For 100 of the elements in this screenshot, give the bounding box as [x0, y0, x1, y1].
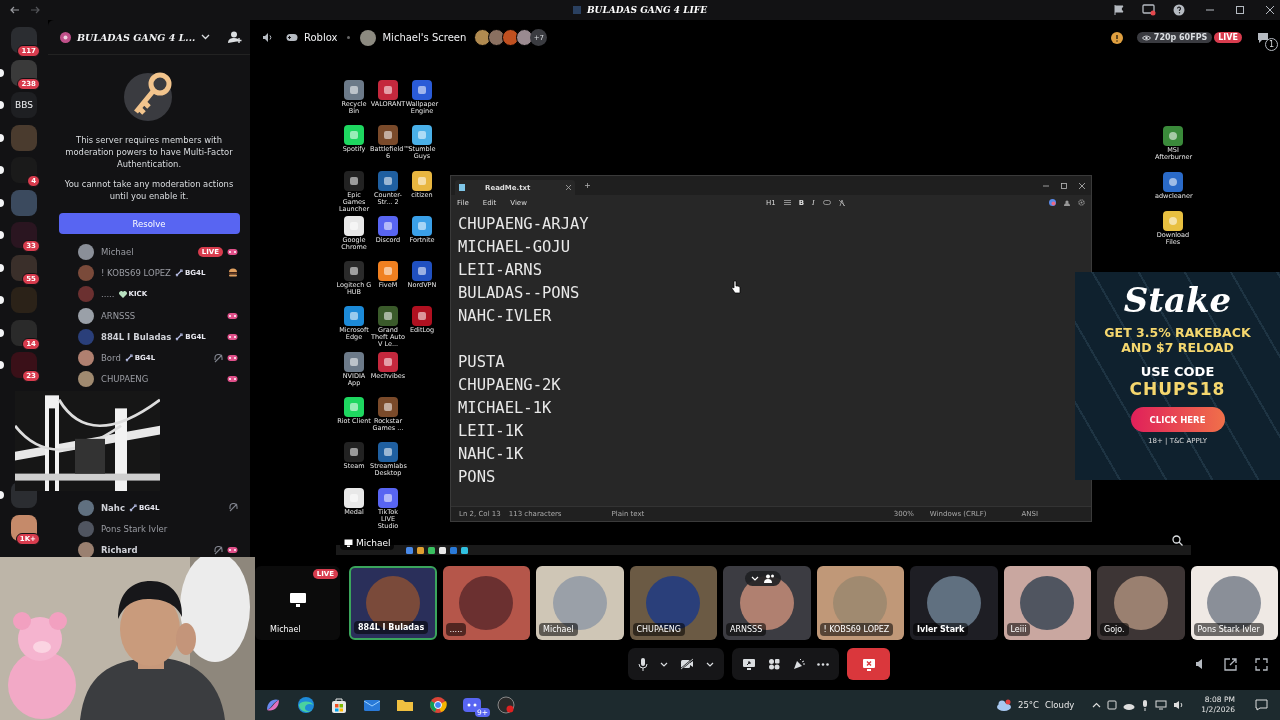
fullscreen-icon[interactable]	[1255, 657, 1268, 671]
app-shortcut-icon[interactable]	[378, 80, 398, 100]
app-shortcut-icon[interactable]	[344, 442, 364, 463]
app-shortcut-icon[interactable]	[378, 306, 398, 327]
participant-tile[interactable]: ! KOBS69 LOPEZ	[816, 566, 904, 640]
member-name[interactable]: ! KOBS69 LOPEZ	[101, 267, 171, 278]
app-shortcut-icon[interactable]	[378, 351, 398, 372]
member-name[interactable]: Pons Stark Ivler	[101, 524, 168, 534]
server-button[interactable]	[11, 514, 37, 541]
colorful-logo-icon[interactable]	[1049, 199, 1056, 206]
tile-menu[interactable]	[745, 571, 781, 586]
app-shortcut-icon[interactable]	[344, 397, 364, 418]
app-shortcut-icon[interactable]	[412, 170, 432, 191]
back-icon[interactable]	[10, 6, 20, 14]
viewer-avatar[interactable]	[474, 29, 492, 46]
microphone-icon[interactable]	[1141, 699, 1150, 711]
app-shortcut-icon[interactable]	[378, 170, 398, 191]
app-shortcut-icon[interactable]	[378, 215, 398, 236]
participant-tile[interactable]: Leiii	[1003, 566, 1091, 640]
app-shortcut-icon[interactable]	[378, 442, 398, 463]
microphone-icon[interactable]	[638, 657, 648, 671]
pop-out-icon[interactable]	[1224, 657, 1237, 671]
close-button[interactable]	[1079, 182, 1085, 189]
speaker-icon[interactable]	[262, 32, 274, 43]
app-shortcut-icon[interactable]	[344, 215, 364, 236]
participant-tile[interactable]: 884L I Buladas	[349, 566, 437, 640]
app-shortcut-icon[interactable]	[378, 487, 398, 508]
maximize-button[interactable]	[1235, 5, 1245, 15]
more-icon[interactable]	[817, 662, 829, 666]
app-shortcut-icon[interactable]	[344, 487, 364, 508]
close-tab-icon[interactable]	[566, 185, 571, 190]
server-button[interactable]	[11, 352, 37, 378]
participant-tile[interactable]: .....	[442, 566, 530, 640]
weather-cloud-icon[interactable]	[996, 699, 1012, 711]
screen-icon[interactable]	[1142, 4, 1156, 16]
participant-tile[interactable]: Gojo.	[1097, 566, 1185, 640]
record-icon[interactable]	[497, 696, 515, 714]
caret-icon[interactable]	[660, 661, 668, 667]
chevron-down-icon[interactable]	[201, 34, 211, 40]
server-button[interactable]: BBS	[11, 92, 37, 118]
help-icon[interactable]	[1173, 4, 1185, 16]
app-shortcut-icon[interactable]	[344, 261, 364, 282]
server-button[interactable]	[11, 319, 37, 346]
maximize-button[interactable]	[1061, 182, 1067, 189]
app-shortcut-icon[interactable]	[344, 170, 364, 191]
member-name[interactable]: Michael	[101, 246, 134, 257]
circle-logo-icon[interactable]	[429, 696, 447, 714]
network-icon[interactable]	[1155, 700, 1168, 710]
weather-condition[interactable]: Cloudy	[1045, 700, 1075, 710]
chevron-up-icon[interactable]	[1092, 702, 1102, 708]
app-shortcut-icon[interactable]	[344, 80, 364, 100]
link-icon[interactable]	[822, 200, 831, 205]
app-shortcut-icon[interactable]	[378, 261, 398, 282]
member-name[interactable]: Bord	[101, 353, 121, 364]
member-name[interactable]: 884L I Buladas	[101, 331, 172, 342]
temperature[interactable]: 25°C	[1018, 700, 1039, 710]
participant-tile[interactable]: Ivler Stark	[910, 566, 998, 640]
settings-icon[interactable]	[1078, 199, 1085, 206]
app-shortcut-icon[interactable]	[344, 125, 364, 146]
warning-icon[interactable]	[1110, 31, 1123, 44]
participant-tile[interactable]: CHUPAENG	[629, 566, 717, 640]
app-shortcut-icon[interactable]	[344, 306, 364, 327]
new-tab-icon[interactable]	[585, 183, 590, 188]
minimize-button[interactable]	[1043, 182, 1049, 189]
list-icon[interactable]	[783, 200, 791, 205]
viewer-avatar[interactable]	[502, 29, 520, 46]
clear-format-icon[interactable]	[838, 199, 845, 206]
leave-call-button[interactable]	[847, 648, 890, 680]
close-button[interactable]	[1265, 5, 1275, 15]
participant-tile[interactable]: Pons Stark Ivler	[1190, 566, 1278, 640]
camera-off-icon[interactable]	[680, 658, 694, 670]
app-shortcut-icon[interactable]	[1163, 211, 1183, 231]
wave-circle-icon[interactable]	[297, 696, 315, 714]
zoom-icon[interactable]	[1172, 535, 1183, 546]
app-shortcut-icon[interactable]	[412, 306, 432, 327]
server-button[interactable]	[11, 157, 37, 183]
app-shortcut-icon[interactable]	[378, 125, 398, 146]
participant-tile[interactable]: Michael	[536, 566, 624, 640]
app-shortcut-icon[interactable]	[412, 215, 432, 236]
member-name[interactable]: Nahc	[101, 502, 125, 513]
app-shortcut-icon[interactable]	[412, 261, 432, 282]
caret-icon[interactable]	[706, 661, 714, 667]
share-screen-icon[interactable]	[742, 658, 756, 670]
member-name[interactable]: CHUPAENG	[101, 374, 149, 385]
server-name[interactable]: BULADAS GANG 4 L...	[77, 31, 196, 43]
viewer-avatar[interactable]	[488, 29, 506, 46]
forward-icon[interactable]	[30, 6, 40, 14]
app-shortcut-icon[interactable]	[344, 351, 364, 372]
activities-icon[interactable]	[768, 658, 780, 670]
app-shortcut-icon[interactable]	[378, 397, 398, 418]
click-here-button[interactable]: CLICK HERE	[1130, 407, 1225, 432]
app-shortcut-icon[interactable]	[1163, 126, 1183, 146]
add-member-icon[interactable]	[228, 30, 242, 44]
member-name[interactable]: .....	[101, 289, 115, 300]
server-button[interactable]	[11, 59, 37, 86]
resolve-button[interactable]: Resolve	[58, 213, 240, 234]
participant-tile[interactable]: ARNSSS	[723, 566, 811, 640]
tray-icon[interactable]	[1107, 700, 1118, 710]
server-button[interactable]	[11, 222, 37, 248]
app-shortcut-icon[interactable]	[412, 125, 432, 146]
